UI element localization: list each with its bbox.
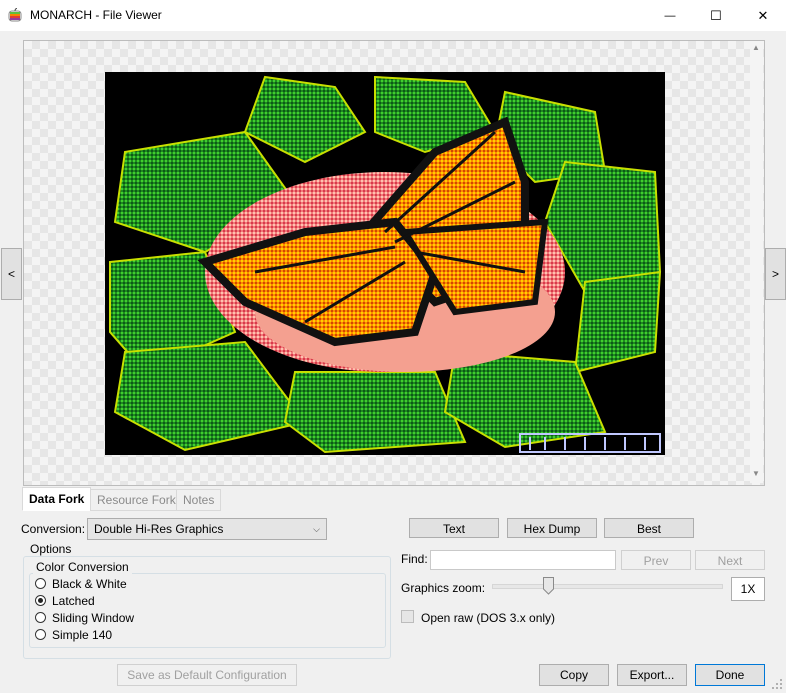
window-title: MONARCH - File Viewer	[30, 8, 162, 22]
close-button[interactable]: ✕	[740, 0, 786, 31]
graphics-zoom-label: Graphics zoom:	[401, 581, 486, 595]
vertical-scrollbar[interactable]: ▲ ▼	[750, 41, 763, 483]
tab-resource-fork[interactable]: Resource Fork	[90, 489, 183, 511]
color-conversion-legend: Color Conversion	[33, 560, 132, 574]
tab-notes[interactable]: Notes	[176, 489, 222, 511]
maximize-button[interactable]: ☐	[693, 0, 739, 31]
find-label: Find:	[401, 552, 428, 566]
radio-sliding-window[interactable]: Sliding Window	[35, 611, 235, 628]
prev-file-button[interactable]: <	[1, 248, 22, 300]
minimize-icon: —	[664, 9, 676, 22]
zoom-level-display: 1X	[731, 577, 765, 601]
copy-button[interactable]: Copy	[539, 664, 609, 686]
picture-canvas	[109, 75, 662, 454]
text-button[interactable]: Text	[409, 518, 499, 538]
chevron-right-icon: >	[771, 267, 779, 281]
radio-indicator[interactable]	[35, 595, 46, 606]
apple-icon	[8, 8, 22, 22]
open-raw-checkbox[interactable]	[401, 610, 414, 623]
conversion-select[interactable]: Double Hi-Res Graphics ⌵	[87, 518, 327, 540]
scroll-down-icon[interactable]: ▼	[752, 469, 760, 478]
tab-data-fork[interactable]: Data Fork	[22, 487, 92, 511]
radio-black-white[interactable]: Black & White	[35, 577, 235, 594]
zoom-slider-track[interactable]	[492, 584, 723, 589]
close-icon: ✕	[757, 7, 769, 23]
radio-label: Black & White	[52, 577, 127, 591]
conversion-label: Conversion:	[21, 522, 86, 536]
radio-label: Simple 140	[52, 628, 113, 642]
radio-latched[interactable]: Latched	[35, 594, 235, 611]
radio-indicator[interactable]	[35, 629, 46, 640]
done-button[interactable]: Done	[695, 664, 765, 686]
zoom-slider-thumb[interactable]	[543, 577, 554, 595]
radio-label: Latched	[52, 594, 95, 608]
resize-grip-icon[interactable]	[770, 677, 784, 691]
scroll-up-icon[interactable]: ▲	[752, 43, 760, 52]
open-raw-label: Open raw (DOS 3.x only)	[421, 611, 556, 625]
maximize-icon: ☐	[710, 7, 722, 23]
radio-simple-140[interactable]: Simple 140	[35, 628, 235, 645]
radio-label: Sliding Window	[52, 611, 135, 625]
find-prev-button[interactable]: Prev	[621, 550, 691, 570]
monarch-butterfly-on-rose-image	[105, 72, 665, 455]
chevron-left-icon: <	[7, 267, 15, 281]
save-default-config-button[interactable]: Save as Default Configuration	[117, 664, 297, 686]
find-input[interactable]	[430, 550, 616, 570]
chevron-down-icon: ⌵	[313, 524, 320, 534]
find-next-button[interactable]: Next	[695, 550, 765, 570]
conversion-selected-value: Double Hi-Res Graphics	[94, 522, 224, 536]
next-file-button[interactable]: >	[765, 248, 786, 300]
options-legend: Options	[27, 542, 75, 556]
best-button[interactable]: Best	[604, 518, 694, 538]
export-button[interactable]: Export...	[617, 664, 687, 686]
radio-indicator[interactable]	[35, 612, 46, 623]
minimize-button[interactable]: —	[647, 0, 693, 31]
radio-indicator[interactable]	[35, 578, 46, 589]
hex-dump-button[interactable]: Hex Dump	[507, 518, 597, 538]
